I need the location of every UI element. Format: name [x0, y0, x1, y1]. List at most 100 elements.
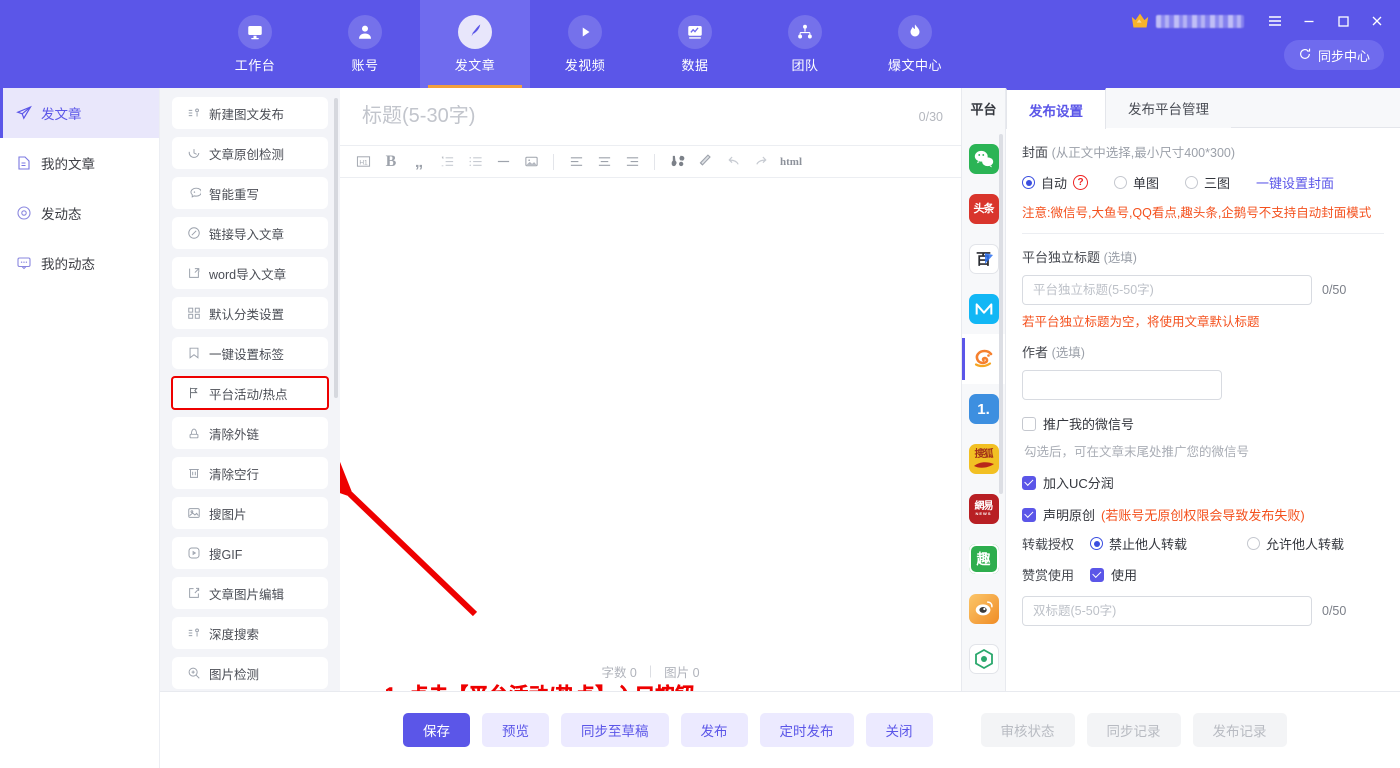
tool-button-set-tags[interactable]: 一键设置标签 [173, 338, 327, 368]
minimize-icon[interactable] [1292, 6, 1326, 36]
review-status-button[interactable]: 审核状态 [981, 713, 1075, 747]
promote-wechat-label: 推广我的微信号 [1043, 414, 1134, 433]
sidebar-item-my-moments[interactable]: 我的动态 [0, 238, 159, 288]
platform-title-row: 0/50 [1022, 275, 1384, 305]
tool-button-deep-search[interactable]: 深度搜索 [173, 618, 327, 648]
platform-rail-scrollbar[interactable] [999, 134, 1003, 494]
quote-icon[interactable]: „ [406, 149, 432, 175]
repost-option-forbid[interactable]: 禁止他人转载 [1090, 534, 1187, 553]
checkbox-promote-wechat[interactable] [1022, 417, 1036, 431]
topnav-item-publish-article[interactable]: 发文章 [420, 0, 530, 88]
sidebar-item-label: 我的文章 [41, 153, 95, 173]
sync-log-button[interactable]: 同步记录 [1087, 713, 1181, 747]
radio-single[interactable] [1114, 176, 1127, 189]
align-right-icon[interactable] [619, 149, 645, 175]
topnav-item-hot-articles[interactable]: 爆文中心 [860, 0, 970, 88]
tool-button-word-import[interactable]: word导入文章 [173, 258, 327, 288]
tool-button-edit-article-image[interactable]: 文章图片编辑 [173, 578, 327, 608]
radio-forbid-repost[interactable] [1090, 537, 1103, 550]
author-section-label: 作者 (选填) [1022, 342, 1384, 361]
tool-button-ai-rewrite[interactable]: 智能重写 [173, 178, 327, 208]
tool-button-clear-blank-lines[interactable]: 清除空行 [173, 458, 327, 488]
tool-button-new-post[interactable]: 新建图文发布 [173, 98, 327, 128]
align-center-icon[interactable] [591, 149, 617, 175]
reward-option[interactable]: 使用 [1090, 565, 1137, 584]
find-replace-icon[interactable] [664, 149, 690, 175]
promote-wechat-row[interactable]: 推广我的微信号 [1022, 414, 1384, 433]
title-char-count: 0/30 [919, 110, 943, 124]
hamburger-menu-icon[interactable] [1258, 6, 1292, 36]
tool-button-platform-activity-hotspot[interactable]: 平台活动/热点 [173, 378, 327, 408]
editor-content-area[interactable]: 1. 点击【平台活动/热点】入口按钮 字数 0 | 图片 0 [340, 178, 961, 691]
cover-option-triple[interactable]: 三图 [1185, 173, 1230, 192]
sync-to-draft-button[interactable]: 同步至草稿 [561, 713, 669, 747]
topnav-item-data[interactable]: 数据 [640, 0, 750, 88]
checkbox-reward-use[interactable] [1090, 568, 1104, 582]
maximize-icon[interactable] [1326, 6, 1360, 36]
topnav-item-team[interactable]: 团队 [750, 0, 860, 88]
tool-button-image-detection[interactable]: 图片检测 [173, 658, 327, 688]
horizontal-rule-icon[interactable] [490, 149, 516, 175]
tool-panel-scrollbar[interactable] [334, 98, 338, 398]
publish-button[interactable]: 发布 [681, 713, 748, 747]
cover-option-auto[interactable]: 自动 [1022, 173, 1067, 192]
article-title-input[interactable] [362, 105, 919, 128]
radio-auto[interactable] [1022, 176, 1035, 189]
radio-allow-repost[interactable] [1247, 537, 1260, 550]
save-button[interactable]: 保存 [403, 713, 470, 747]
topnav-item-publish-video[interactable]: 发视频 [530, 0, 640, 88]
tab-publish-settings[interactable]: 发布设置 [1006, 88, 1106, 129]
repost-option-allow[interactable]: 允许他人转载 [1247, 534, 1344, 553]
redo-icon[interactable] [748, 149, 774, 175]
insert-image-icon[interactable] [518, 149, 544, 175]
undo-icon[interactable] [720, 149, 746, 175]
align-left-icon[interactable] [563, 149, 589, 175]
tool-button-clear-outlinks[interactable]: 清除外链 [173, 418, 327, 448]
sidebar-item-post-moment[interactable]: 发动态 [0, 188, 159, 238]
platform-item-weibo[interactable] [962, 584, 1005, 634]
uc-profit-row[interactable]: 加入UC分润 [1022, 473, 1384, 492]
toutiao-glyph: 头条 [974, 204, 994, 215]
author-input[interactable] [1022, 370, 1222, 400]
unordered-list-icon[interactable] [462, 149, 488, 175]
checkbox-uc-profit[interactable] [1022, 476, 1036, 490]
preview-button[interactable]: 预览 [482, 713, 549, 747]
tool-button-link-import[interactable]: 链接导入文章 [173, 218, 327, 248]
heading-icon[interactable]: H1 [350, 149, 376, 175]
ordered-list-icon[interactable] [434, 149, 460, 175]
sidebar-item-publish-article[interactable]: 发文章 [0, 88, 159, 138]
sync-center-button[interactable]: 同步中心 [1284, 40, 1384, 70]
tab-platform-management[interactable]: 发布平台管理 [1106, 88, 1231, 128]
bold-icon[interactable]: B [378, 149, 404, 175]
editor-title-row: 0/30 [340, 88, 961, 146]
clear-format-icon[interactable] [692, 149, 718, 175]
topnav-item-account[interactable]: 账号 [310, 0, 420, 88]
platform-item-qutoutiao[interactable]: 趣 [962, 534, 1005, 584]
close-button[interactable]: 关闭 [866, 713, 933, 747]
cover-warning-text: 注意:微信号,大鱼号,QQ看点,趣头条,企鹅号不支持自动封面模式 [1022, 202, 1384, 221]
qiehao-icon [969, 644, 999, 674]
platform-item-qiehao[interactable] [962, 634, 1005, 684]
close-icon[interactable] [1360, 6, 1394, 36]
schedule-publish-button[interactable]: 定时发布 [760, 713, 854, 747]
tool-button-originality-check[interactable]: 文章原创检测 [173, 138, 327, 168]
publish-log-button[interactable]: 发布记录 [1193, 713, 1287, 747]
sidebar-item-my-articles[interactable]: 我的文章 [0, 138, 159, 188]
original-declaration-row[interactable]: 声明原创 (若账号无原创权限会导致发布失败) [1022, 505, 1384, 524]
platform-title-input[interactable] [1022, 275, 1312, 305]
cover-option-single[interactable]: 单图 [1114, 173, 1159, 192]
question-mark-icon[interactable]: ? [1073, 175, 1088, 190]
topnav-item-workbench[interactable]: 工作台 [200, 0, 310, 88]
radio-triple[interactable] [1185, 176, 1198, 189]
double-title-input[interactable] [1022, 596, 1312, 626]
quick-set-cover-link[interactable]: 一键设置封面 [1256, 173, 1334, 192]
circle-dot-icon [16, 205, 32, 221]
html-source-icon[interactable]: html [776, 149, 806, 175]
editor-toolbar: H1 B „ [340, 146, 961, 178]
tool-button-search-gif[interactable]: 搜GIF [173, 538, 327, 568]
tool-button-search-image[interactable]: 搜图片 [173, 498, 327, 528]
platform-title-count: 0/50 [1322, 283, 1346, 297]
tool-button-category-settings[interactable]: 默认分类设置 [173, 298, 327, 328]
word-count: 字数 0 [601, 662, 636, 681]
checkbox-declare-original[interactable] [1022, 508, 1036, 522]
